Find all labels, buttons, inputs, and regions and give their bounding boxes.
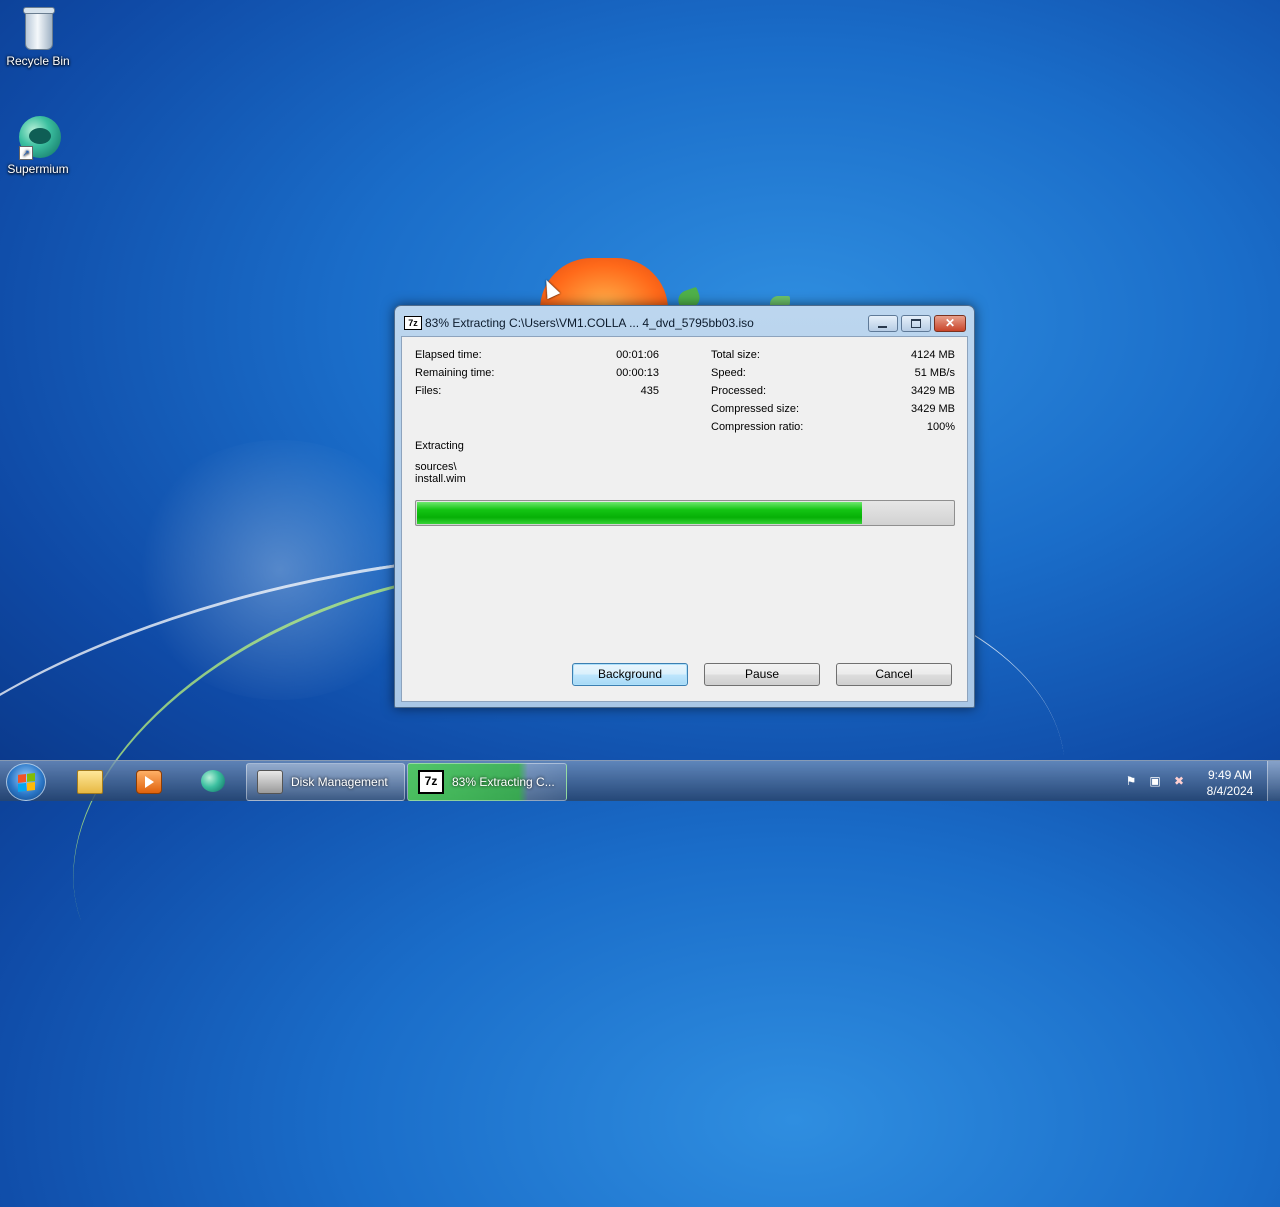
progress-bar bbox=[415, 500, 955, 526]
cancel-button[interactable]: Cancel bbox=[836, 663, 952, 686]
elapsed-time-label: Elapsed time: bbox=[415, 349, 482, 361]
processed-label: Processed: bbox=[711, 385, 767, 397]
pause-button[interactable]: Pause bbox=[704, 663, 820, 686]
taskbar-pin-supermium[interactable] bbox=[189, 765, 237, 798]
close-icon: ✕ bbox=[944, 316, 956, 330]
taskbar-button-label: Disk Management bbox=[291, 775, 388, 789]
minimize-button[interactable] bbox=[868, 315, 898, 332]
desktop-icon-supermium[interactable]: ↗ Supermium bbox=[0, 114, 76, 176]
minimize-icon bbox=[878, 326, 887, 328]
maximize-icon bbox=[911, 319, 921, 328]
media-player-icon bbox=[136, 770, 162, 794]
close-button[interactable]: ✕ bbox=[934, 315, 966, 332]
action-center-flag-icon[interactable]: ⚑ bbox=[1124, 774, 1138, 788]
clock-date: 8/4/2024 bbox=[1206, 784, 1254, 798]
taskbar-button-label: 83% Extracting C... bbox=[452, 775, 555, 789]
speed-value: 51 MB/s bbox=[914, 367, 955, 379]
taskbar-button-disk-management[interactable]: Disk Management bbox=[246, 763, 405, 801]
speed-label: Speed: bbox=[711, 367, 746, 379]
desktop-icon-label: Recycle Bin bbox=[6, 54, 70, 68]
compression-ratio-label: Compression ratio: bbox=[711, 421, 804, 433]
processed-value: 3429 MB bbox=[910, 385, 955, 397]
desktop-icon-label: Supermium bbox=[7, 162, 69, 176]
dialog-body: Elapsed time: 00:01:06 Remaining time: 0… bbox=[401, 336, 968, 702]
windows-logo-icon bbox=[18, 773, 35, 792]
title-bar[interactable]: 7z 83% Extracting C:\Users\VM1.COLLA ...… bbox=[395, 306, 974, 336]
total-size-value: 4124 MB bbox=[910, 349, 955, 361]
remaining-time-value: 00:00:13 bbox=[616, 367, 659, 379]
background-button[interactable]: Background bbox=[572, 663, 688, 686]
taskbar-button-7zip-extract[interactable]: 7z 83% Extracting C... bbox=[407, 763, 567, 801]
elapsed-time-value: 00:01:06 bbox=[616, 349, 659, 361]
compressed-size-value: 3429 MB bbox=[910, 403, 955, 415]
current-folder: sources\ bbox=[415, 461, 457, 473]
maximize-button[interactable] bbox=[901, 315, 931, 332]
current-file: install.wim bbox=[415, 473, 466, 485]
taskbar: Disk Management 7z 83% Extracting C... ⚑… bbox=[0, 760, 1280, 801]
progress-bar-fill bbox=[417, 502, 862, 524]
operation-label: Extracting bbox=[415, 440, 464, 452]
clock-time: 9:49 AM bbox=[1207, 768, 1253, 782]
taskbar-pin-explorer[interactable] bbox=[65, 765, 113, 798]
system-clock[interactable]: 9:49 AM 8/4/2024 bbox=[1198, 767, 1262, 799]
window-title: 83% Extracting C:\Users\VM1.COLLA ... 4_… bbox=[425, 316, 754, 330]
network-icon[interactable]: ▣ bbox=[1148, 774, 1162, 788]
windows-explorer-icon bbox=[77, 770, 103, 794]
compression-ratio-value: 100% bbox=[926, 421, 955, 433]
start-button[interactable] bbox=[6, 763, 46, 801]
remaining-time-label: Remaining time: bbox=[415, 367, 495, 379]
files-label: Files: bbox=[415, 385, 442, 397]
7zip-icon: 7z bbox=[404, 316, 422, 330]
disk-management-icon bbox=[257, 770, 283, 794]
total-size-label: Total size: bbox=[711, 349, 760, 361]
show-desktop-button[interactable] bbox=[1267, 761, 1280, 801]
7zip-icon: 7z bbox=[418, 770, 444, 794]
recycle-bin-icon bbox=[15, 6, 61, 52]
files-value: 435 bbox=[640, 385, 659, 397]
volume-muted-icon[interactable]: ✖ bbox=[1172, 774, 1186, 788]
compressed-size-label: Compressed size: bbox=[711, 403, 800, 415]
desktop-icon-recycle-bin[interactable]: Recycle Bin bbox=[0, 6, 76, 68]
supermium-icon: ↗ bbox=[15, 114, 61, 160]
supermium-icon bbox=[201, 770, 225, 792]
shortcut-arrow-icon: ↗ bbox=[19, 146, 33, 160]
extraction-dialog: 7z 83% Extracting C:\Users\VM1.COLLA ...… bbox=[394, 305, 975, 708]
taskbar-pin-media-player[interactable] bbox=[124, 765, 172, 798]
